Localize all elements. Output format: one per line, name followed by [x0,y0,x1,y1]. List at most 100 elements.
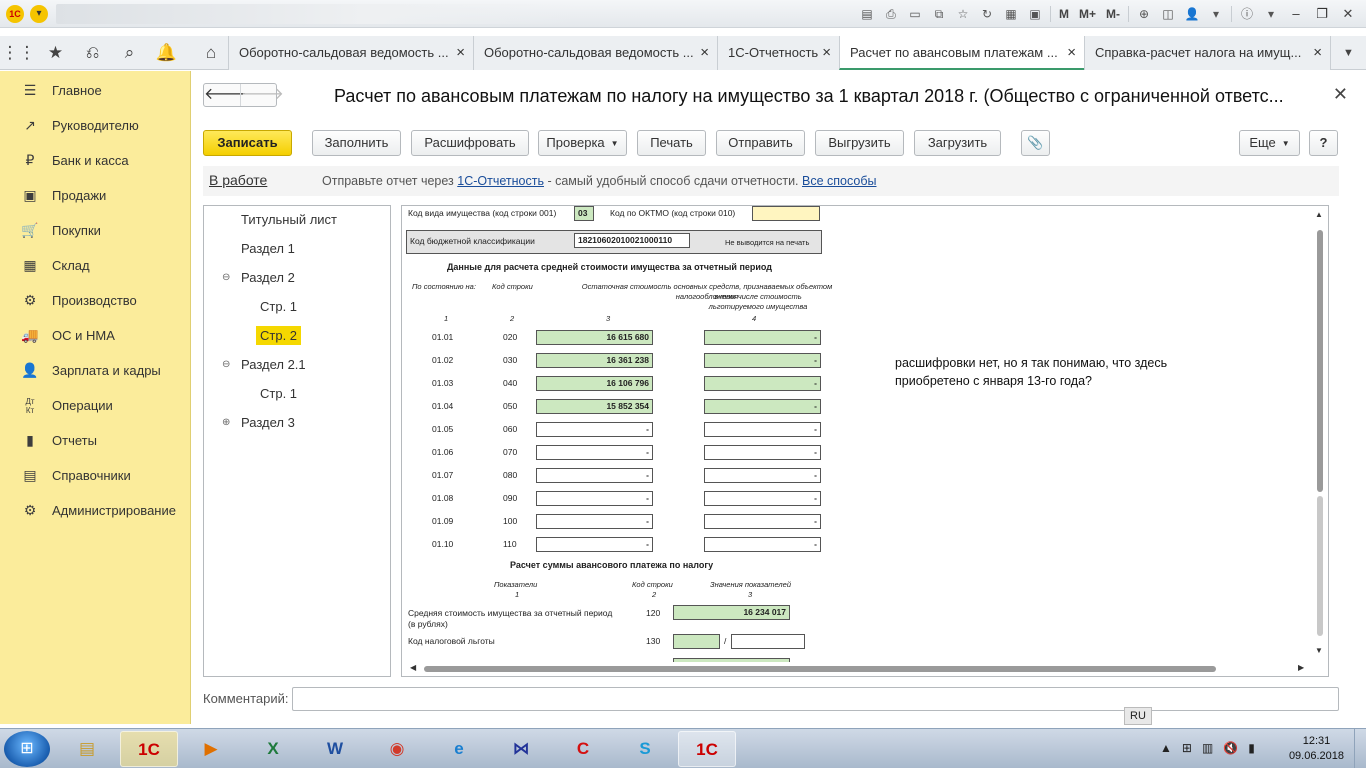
bell-icon[interactable]: 🔔 [148,36,185,70]
minimize-button[interactable]: – [1286,5,1306,23]
row-privileged-value-field[interactable]: - [704,445,821,460]
butterfly-app-taskbar-icon[interactable]: ⋈ [492,731,550,767]
memory-minus-button[interactable]: M- [1104,5,1122,23]
import-button[interactable]: Загрузить [914,130,1001,156]
oktmo-field[interactable] [752,206,820,221]
show-desktop-button[interactable] [1354,729,1366,768]
apps-grid-icon[interactable]: ⋮⋮ [0,36,37,70]
home-icon[interactable]: ⌂ [194,36,228,70]
tree-item[interactable]: ⊖ Раздел 2.1 [204,351,390,380]
decode-button[interactable]: Расшифровать [411,130,529,156]
excel-taskbar-icon[interactable]: X [244,731,302,767]
scroll-left-icon[interactable]: ◀ [410,663,416,672]
sidebar-item-manager[interactable]: ↗ Руководителю [0,108,191,143]
memory-plus-button[interactable]: M+ [1077,5,1098,23]
network-icon[interactable]: ▥ [1202,741,1213,755]
tab-tax-calc-reference[interactable]: Справка-расчет налога на имущ... × [1084,36,1330,70]
close-icon[interactable]: ✕ [1333,84,1348,105]
comment-field[interactable] [292,687,1339,711]
row-residual-value-field[interactable]: 15 852 354 [536,399,653,414]
sidebar-item-main[interactable]: ☰ Главное [0,73,191,108]
preview-icon[interactable]: ▭ [906,5,924,23]
save-button[interactable]: Записать [203,130,292,156]
tree-item[interactable]: Титульный лист [204,206,390,235]
kbk-field[interactable]: 18210602010021000110 [574,233,690,248]
info-icon[interactable]: ⓘ [1238,5,1256,23]
row-privileged-value-field[interactable]: - [704,330,821,345]
sidebar-item-payroll[interactable]: 👤 Зарплата и кадры [0,353,191,388]
row-residual-value-field[interactable]: - [536,422,653,437]
user-menu-icon[interactable]: ▾ [1207,5,1225,23]
close-icon[interactable]: × [1313,36,1322,70]
forward-arrow-icon[interactable]: 🡒 [240,84,284,106]
row-residual-value-field[interactable]: - [536,468,653,483]
row-privileged-value-field[interactable]: - [704,422,821,437]
sidebar-item-sales[interactable]: ▣ Продажи [0,178,191,213]
row-privileged-value-field[interactable]: - [704,376,821,391]
favorite-icon[interactable]: ☆ [954,5,972,23]
word-taskbar-icon[interactable]: W [306,731,364,767]
close-icon[interactable]: × [456,36,465,70]
save-icon[interactable]: ▤ [858,5,876,23]
history-icon[interactable]: ↻ [978,5,996,23]
taskbar-clock[interactable]: 12:31 09.06.2018 [1289,734,1344,764]
print-button[interactable]: Печать [637,130,706,156]
row-residual-value-field[interactable]: - [536,537,653,552]
close-window-button[interactable]: ✕ [1338,5,1358,23]
main-menu-button[interactable]: ▾ [30,5,48,23]
tab-osv-2[interactable]: Оборотно-сальдовая ведомость ... × [473,36,717,70]
more-dropdown[interactable]: Еще ▼ [1239,130,1300,156]
zoom-icon[interactable]: ⊕ [1135,5,1153,23]
history-icon[interactable]: ⎌ [74,36,111,70]
tree-item[interactable]: Стр. 1 [204,380,390,409]
scroll-down-icon[interactable]: ▼ [1315,646,1323,655]
vertical-scrollbar[interactable]: ▲ ▼ [1312,206,1328,662]
tab-1c-reporting[interactable]: 1С-Отчетность × [717,36,839,70]
tree-item-selected[interactable]: Стр. 2 [204,322,390,351]
sidebar-item-reports[interactable]: ▮ Отчеты [0,423,191,458]
language-indicator[interactable]: RU [1124,707,1152,725]
close-icon[interactable]: × [1067,36,1076,68]
tab-advance-payments[interactable]: Расчет по авансовым платежам ... × [839,36,1084,70]
horizontal-scrollbar[interactable]: ◀ ▶ [402,662,1328,676]
tray-expand-icon[interactable]: ▲ [1160,741,1172,755]
tree-item[interactable]: Стр. 1 [204,293,390,322]
row-privileged-value-field[interactable]: - [704,468,821,483]
sidebar-item-warehouse[interactable]: ▦ Склад [0,248,191,283]
windows-flag-icon[interactable]: ⊞ [1182,741,1192,755]
calculator-icon[interactable]: ▦ [1002,5,1020,23]
row-privileged-value-field[interactable]: - [704,353,821,368]
skype-taskbar-icon[interactable]: S [616,731,674,767]
volume-muted-icon[interactable]: 🔇 [1223,741,1238,755]
status-link[interactable]: В работе [209,172,267,188]
user-icon[interactable]: 👤 [1183,5,1201,23]
sidebar-item-purchases[interactable]: 🛒 Покупки [0,213,191,248]
all-methods-link[interactable]: Все способы [802,174,876,188]
info-menu-icon[interactable]: ▾ [1262,5,1280,23]
c-app-taskbar-icon[interactable]: C [554,731,612,767]
send-button[interactable]: Отправить [716,130,805,156]
link-icon[interactable]: ⧉ [930,5,948,23]
check-dropdown[interactable]: Проверка ▼ [538,130,627,156]
power-icon[interactable]: ▮ [1248,741,1255,755]
row-residual-value-field[interactable]: 16 106 796 [536,376,653,391]
avg-cost-field[interactable]: 16 234 017 [673,605,790,620]
tree-item[interactable]: ⊖ Раздел 2 [204,264,390,293]
row-privileged-value-field[interactable]: - [704,399,821,414]
scroll-right-icon[interactable]: ▶ [1298,663,1304,672]
panels-icon[interactable]: ◫ [1159,5,1177,23]
back-arrow-icon[interactable]: 🡐 [204,84,247,106]
export-button[interactable]: Выгрузить [815,130,904,156]
row-residual-value-field[interactable]: - [536,514,653,529]
row-privileged-value-field[interactable]: - [704,491,821,506]
sidebar-item-production[interactable]: ⚙ Производство [0,283,191,318]
explorer-taskbar-icon[interactable]: ▤ [58,731,116,767]
scroll-thumb[interactable] [424,666,1216,672]
collapse-icon[interactable]: ⊖ [222,272,230,283]
reporting-link[interactable]: 1С-Отчетность [457,174,544,188]
close-icon[interactable]: × [700,36,709,70]
row-privileged-value-field[interactable]: - [704,537,821,552]
collapse-icon[interactable]: ⊖ [222,359,230,370]
sidebar-item-admin[interactable]: ⚙ Администрирование [0,493,191,528]
tabs-dropdown-button[interactable]: ▼ [1330,36,1366,70]
